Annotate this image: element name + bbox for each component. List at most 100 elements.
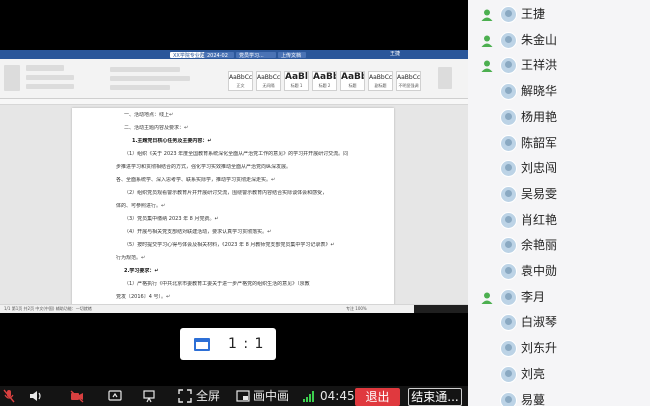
style-sample: AaBbC <box>341 72 364 82</box>
window-icon <box>194 337 210 351</box>
doc-text-line: （2）组织党员观看警示教育片并开展研讨交流，围绕警示教育内容结合实际谈体会和感受… <box>124 190 328 196</box>
style-gallery-item[interactable]: AaBbC标题 2 <box>312 71 337 91</box>
avatar <box>500 108 517 126</box>
style-gallery-item[interactable]: AaBbCcDd 无间隔 <box>256 71 281 91</box>
doc-text-line: （1）严格执行《中共北京市委教育工委关于进一步严格党的组织生活的意见》（京教 <box>124 281 310 287</box>
participant-row[interactable]: 袁中勋 <box>468 259 650 285</box>
paragraph-row <box>110 67 180 72</box>
avatar <box>500 237 517 255</box>
doc-text-line: （4）开展与相关党支部结对联建活动，要求认真学习贯彻落实。↵ <box>124 229 272 235</box>
participant-name: 杨用艳 <box>521 109 558 124</box>
style-gallery-item[interactable]: AaBbCcDd 不明显强调 <box>396 71 421 91</box>
avatar <box>500 31 517 49</box>
font-format-row <box>26 84 74 89</box>
editing-icon <box>438 67 452 89</box>
doc-statusbar: 1/1 第1页 共2页 中文(中国) 辅助功能：一切就绪 专注 100% <box>0 304 468 313</box>
style-label: 标题 <box>348 83 357 88</box>
speaker-icon[interactable] <box>28 389 42 403</box>
participant-row[interactable]: 李月 <box>468 285 650 311</box>
end-call-button[interactable]: 结束通... <box>408 388 462 406</box>
participant-row[interactable]: 解晓华 <box>468 79 650 105</box>
participant-name: 白淑琴 <box>521 315 558 330</box>
participant-row[interactable]: 王祥洪 <box>468 53 650 79</box>
doc-text-line: 体的、可参照进行。↵ <box>116 203 166 209</box>
participant-row[interactable]: 白淑琴 <box>468 310 650 336</box>
doc-text-line: （5）按时提交学习心得与体会及相关材料，《2023 年 8 月教师党支部党员集中… <box>124 242 335 248</box>
participant-name: 李月 <box>521 289 546 304</box>
participant-row[interactable]: 刘东升 <box>468 336 650 362</box>
participant-name: 易蔓 <box>521 392 546 406</box>
avatar <box>500 57 517 75</box>
meeting-toolbar: 全屏 画中画 04:45 退出 结束通... <box>0 386 468 406</box>
doc-text-line: 步推进学习和贯彻相结合的方式，强化学习实效推动全面从严治党向纵深发展。 <box>116 164 292 170</box>
doc-status-left: 1/1 第1页 共2页 中文(中国) 辅助功能：一切就绪 <box>4 306 92 311</box>
doc-tab: 党员学习... <box>236 52 276 59</box>
fullscreen-button[interactable]: 全屏 <box>196 388 220 404</box>
participant-name: 吴易雯 <box>521 186 558 201</box>
participant-row[interactable]: 刘亮 <box>468 362 650 388</box>
participant-row[interactable]: 易蔓 <box>468 388 650 406</box>
style-sample: AaBbCcDd <box>229 74 252 81</box>
participant-name: 朱金山 <box>521 32 558 47</box>
shared-screen[interactable]: XX学院专业群... 2024-02 党员学习... 上传文档 王捷 AaBbC… <box>0 50 468 313</box>
participant-row[interactable]: 朱金山 <box>468 28 650 54</box>
doc-ribbon: AaBbCcDd正文AaBbCcDd无间隔AaBl标题 1AaBbC标题 2Aa… <box>0 59 468 99</box>
exit-button[interactable]: 退出 <box>355 388 400 406</box>
aspect-ratio-label: 1 : 1 <box>228 336 265 352</box>
style-sample: AaBbCcD <box>369 74 392 81</box>
participant-row[interactable]: 王捷 <box>468 2 650 28</box>
participant-name: 刘亮 <box>521 366 546 381</box>
doc-page: 一、活动地点：线上↵ 二、活动主题内容及要求：↵ 1.主题党日核心任务及主要内容：↵… <box>72 108 394 306</box>
style-gallery-item[interactable]: AaBbCcDd 正文 <box>228 71 253 91</box>
avatar <box>500 185 517 203</box>
avatar <box>500 211 517 229</box>
participant-row[interactable]: 杨用艳 <box>468 105 650 131</box>
signal-icon <box>303 391 314 402</box>
doc-text-line: （1）组织《关于 2023 年度全国教育系统深化全面从严治党工作的意见》的学习并… <box>124 151 349 157</box>
doc-text-line: 党发〔2016〕4 号）。↵ <box>116 294 171 300</box>
person-icon <box>481 60 493 73</box>
participant-name: 陈韶军 <box>521 135 558 150</box>
style-sample: AaBbCcDd <box>257 74 280 81</box>
style-gallery-item[interactable]: AaBl 标题 1 <box>284 71 309 91</box>
participant-row[interactable]: 吴易雯 <box>468 182 650 208</box>
style-gallery-item[interactable]: AaBbCcD 副标题 <box>368 71 393 91</box>
participant-row[interactable]: 陈韶军 <box>468 131 650 157</box>
style-label: 副标题 <box>374 83 387 88</box>
doc-text-line: 一、活动地点：线上↵ <box>124 112 174 118</box>
fullscreen-icon[interactable] <box>178 389 192 403</box>
mic-muted-icon[interactable] <box>2 389 16 403</box>
participant-row[interactable]: 刘忠闯 <box>468 156 650 182</box>
avatar <box>500 6 517 23</box>
style-sample: AaBbCcDd <box>397 74 420 81</box>
camera-off-icon[interactable] <box>70 389 84 403</box>
style-label: 标题 1 <box>290 83 303 88</box>
style-label: 不明显强调 <box>398 83 419 88</box>
meeting-stage: XX学院专业群... 2024-02 党员学习... 上传文档 王捷 AaBbC… <box>0 0 468 406</box>
doc-tab: 2024-02 <box>204 52 234 59</box>
participant-name: 袁中勋 <box>521 264 558 278</box>
style-gallery-item[interactable]: AaBbC标题 <box>340 71 365 91</box>
doc-tab: 上传文档 <box>278 52 306 59</box>
avatar <box>500 314 517 332</box>
style-label: 正文 <box>236 83 245 88</box>
participant-name: 余艳丽 <box>521 238 558 253</box>
paste-icon <box>4 65 20 91</box>
avatar <box>500 160 517 178</box>
presenter-icon[interactable] <box>142 389 156 403</box>
person-icon <box>481 292 493 304</box>
pip-icon[interactable] <box>236 389 250 403</box>
doc-text-line: 二、活动主题内容及要求：↵ <box>124 125 189 131</box>
doc-text-line: 行为规范。↵ <box>116 255 146 261</box>
doc-titlebar: XX学院专业群... 2024-02 党员学习... 上传文档 王捷 <box>0 50 468 59</box>
pip-button[interactable]: 画中画 <box>253 388 289 404</box>
participant-name: 刘忠闯 <box>521 161 558 176</box>
font-format-row <box>26 75 74 80</box>
aspect-ratio-popup[interactable]: 1 : 1 <box>180 328 276 360</box>
participant-name: 王捷 <box>521 7 546 21</box>
participant-row[interactable]: 肖红艳 <box>468 208 650 234</box>
style-sample: AaBl <box>285 72 308 82</box>
share-screen-icon[interactable] <box>108 389 122 403</box>
participant-row[interactable]: 余艳丽 <box>468 233 650 259</box>
paragraph-row <box>110 76 190 81</box>
